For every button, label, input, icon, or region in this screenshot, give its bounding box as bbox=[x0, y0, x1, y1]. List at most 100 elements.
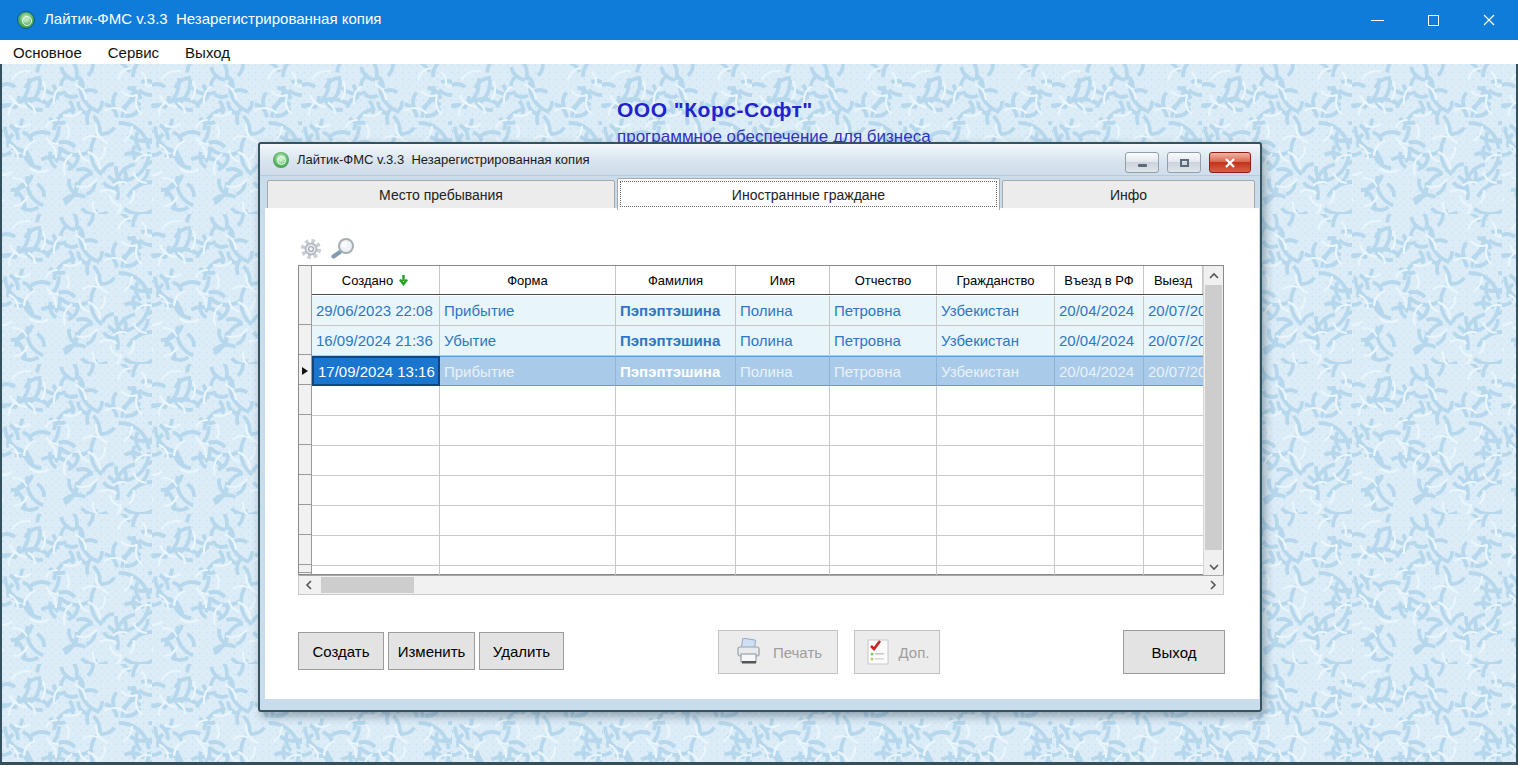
checklist-icon bbox=[865, 638, 891, 666]
vertical-scrollbar-thumb[interactable] bbox=[1205, 285, 1222, 550]
cell-form[interactable]: Прибытие bbox=[440, 356, 616, 386]
close-button[interactable] bbox=[1466, 0, 1512, 40]
dialog-restore-button[interactable] bbox=[1167, 152, 1201, 173]
delete-button[interactable]: Удалить bbox=[479, 632, 564, 670]
search-magnifier-icon[interactable] bbox=[331, 237, 357, 261]
printer-icon bbox=[734, 638, 764, 666]
column-header-form[interactable]: Форма bbox=[440, 266, 616, 294]
dialog-close-button[interactable] bbox=[1209, 152, 1251, 173]
app-icon bbox=[17, 11, 35, 29]
create-button[interactable]: Создать bbox=[298, 632, 384, 670]
cell-citizenship[interactable]: Узбекистан bbox=[937, 326, 1055, 356]
gutter-cell bbox=[299, 566, 311, 573]
brand-title: ООО "Корс-Софт" bbox=[617, 98, 931, 122]
menu-item-1[interactable]: Сервис bbox=[95, 40, 172, 64]
menu-item-0[interactable]: Основное bbox=[0, 40, 95, 64]
horizontal-scrollbar[interactable] bbox=[298, 575, 1224, 595]
gutter-cell bbox=[299, 476, 311, 505]
scroll-down-arrow[interactable] bbox=[1204, 558, 1224, 575]
minimize-button[interactable] bbox=[1354, 0, 1400, 40]
dialog-title: Лайтик-ФМС v.3.3 Незарегистрированная ко… bbox=[297, 152, 589, 167]
tab-1[interactable]: Иностранные граждане bbox=[617, 178, 1000, 210]
column-header-created[interactable]: Создано bbox=[312, 266, 440, 294]
exit-button[interactable]: Выход bbox=[1123, 630, 1225, 674]
cell-name[interactable]: Полина bbox=[736, 356, 830, 386]
close-icon bbox=[1482, 13, 1496, 27]
edit-button[interactable]: Изменить bbox=[388, 632, 475, 670]
cell-citizenship[interactable]: Узбекистан bbox=[937, 296, 1055, 326]
table-row-2[interactable]: 17/09/2024 13:16ПрибытиеПэпэптэшинаПолин… bbox=[312, 356, 1203, 386]
gutter-cell bbox=[299, 506, 311, 535]
sort-desc-icon bbox=[398, 274, 409, 286]
table-row-0[interactable]: 29/06/2023 22:08ПрибытиеПэпэптэшинаПолин… bbox=[312, 296, 1203, 326]
scroll-left-arrow[interactable] bbox=[300, 576, 318, 594]
close-icon bbox=[1224, 157, 1236, 169]
cell-patronymic[interactable]: Петровна bbox=[830, 296, 937, 326]
vertical-scrollbar[interactable] bbox=[1203, 266, 1223, 576]
cell-form[interactable]: Убытие bbox=[440, 326, 616, 356]
empty-rows-grid bbox=[312, 386, 1203, 576]
gutter-cell bbox=[299, 536, 311, 565]
cell-surname[interactable]: Пэпэптэшина bbox=[616, 296, 736, 326]
grid-line bbox=[936, 386, 937, 576]
main-menubar: ОсновноеСервисВыход bbox=[0, 40, 1518, 64]
column-header-citizenship[interactable]: Гражданство bbox=[937, 266, 1055, 294]
cell-created[interactable]: 16/09/2024 21:36 bbox=[312, 326, 440, 356]
records-table: СозданоФормаФамилияИмяОтчествоГражданств… bbox=[298, 265, 1224, 575]
grid-line bbox=[439, 386, 440, 576]
brand-block: ООО "Корс-Софт" программное обеспечение … bbox=[617, 98, 931, 147]
tab-0[interactable]: Место пребывания bbox=[267, 180, 615, 209]
tab-2[interactable]: Инфо bbox=[1002, 180, 1255, 209]
column-header-exit[interactable]: Выезд bbox=[1144, 266, 1203, 294]
cell-entry_rf[interactable]: 20/04/2024 bbox=[1055, 296, 1144, 326]
cell-entry_rf[interactable]: 20/04/2024 bbox=[1055, 356, 1144, 386]
column-header-name[interactable]: Имя bbox=[736, 266, 830, 294]
cell-exit[interactable]: 20/07/2024 bbox=[1144, 356, 1206, 386]
cell-exit[interactable]: 20/07/2024 bbox=[1144, 296, 1206, 326]
column-header-entry_rf[interactable]: Въезд в РФ bbox=[1055, 266, 1144, 294]
cell-name[interactable]: Полина bbox=[736, 296, 830, 326]
cell-entry_rf[interactable]: 20/04/2024 bbox=[1055, 326, 1144, 356]
tab-bar: Место пребыванияИностранные гражданеИнфо bbox=[265, 178, 1259, 210]
cell-exit[interactable]: 20/07/2024 bbox=[1144, 326, 1206, 356]
main-window-title: Лайтик-ФМС v.3.3 Незарегистрированная ко… bbox=[44, 10, 381, 27]
grid-line bbox=[735, 386, 736, 576]
horizontal-scrollbar-thumb[interactable] bbox=[321, 577, 414, 593]
gutter-cell bbox=[299, 296, 311, 325]
scroll-up-arrow[interactable] bbox=[1204, 267, 1224, 284]
cell-surname[interactable]: Пэпэптэшина bbox=[616, 326, 736, 356]
current-row-marker bbox=[302, 367, 308, 375]
dialog-minimize-button[interactable] bbox=[1125, 152, 1159, 173]
cell-created[interactable]: 17/09/2024 13:16 bbox=[312, 356, 440, 386]
menu-item-2[interactable]: Выход bbox=[172, 40, 243, 64]
cell-created[interactable]: 29/06/2023 22:08 bbox=[312, 296, 440, 326]
gutter-cell bbox=[299, 446, 311, 475]
main-titlebar: Лайтик-ФМС v.3.3 Незарегистрированная ко… bbox=[0, 0, 1518, 40]
maximize-button[interactable] bbox=[1410, 0, 1456, 40]
dialog-content: СозданоФормаФамилияИмяОтчествоГражданств… bbox=[265, 210, 1259, 699]
print-button[interactable]: Печать bbox=[718, 630, 838, 674]
table-header-row: СозданоФормаФамилияИмяОтчествоГражданств… bbox=[299, 266, 1203, 295]
gutter-cell bbox=[299, 416, 311, 445]
dialog-window: Лайтик-ФМС v.3.3 Незарегистрированная ко… bbox=[258, 142, 1262, 712]
grid-line bbox=[1143, 386, 1144, 576]
cell-citizenship[interactable]: Узбекистан bbox=[937, 356, 1055, 386]
gutter-cell bbox=[299, 326, 311, 355]
dialog-titlebar: Лайтик-ФМС v.3.3 Незарегистрированная ко… bbox=[260, 144, 1260, 176]
cell-patronymic[interactable]: Петровна bbox=[830, 326, 937, 356]
settings-gear-icon[interactable] bbox=[300, 238, 322, 260]
grid-line bbox=[829, 386, 830, 576]
grid-line bbox=[615, 386, 616, 576]
column-header-surname[interactable]: Фамилия bbox=[616, 266, 736, 294]
cell-name[interactable]: Полина bbox=[736, 326, 830, 356]
column-header-patronymic[interactable]: Отчество bbox=[830, 266, 937, 294]
cell-patronymic[interactable]: Петровна bbox=[830, 356, 937, 386]
scroll-right-arrow[interactable] bbox=[1204, 576, 1222, 594]
cell-surname[interactable]: Пэпэптэшина bbox=[616, 356, 736, 386]
table-row-1[interactable]: 16/09/2024 21:36УбытиеПэпэптэшинаПолинаП… bbox=[312, 326, 1203, 356]
extra-button[interactable]: Доп. bbox=[854, 630, 940, 674]
cell-form[interactable]: Прибытие bbox=[440, 296, 616, 326]
dialog-app-icon bbox=[273, 152, 289, 168]
application-window: Лайтик-ФМС v.3.3 Незарегистрированная ко… bbox=[0, 0, 1518, 765]
gutter-cell bbox=[299, 386, 311, 415]
